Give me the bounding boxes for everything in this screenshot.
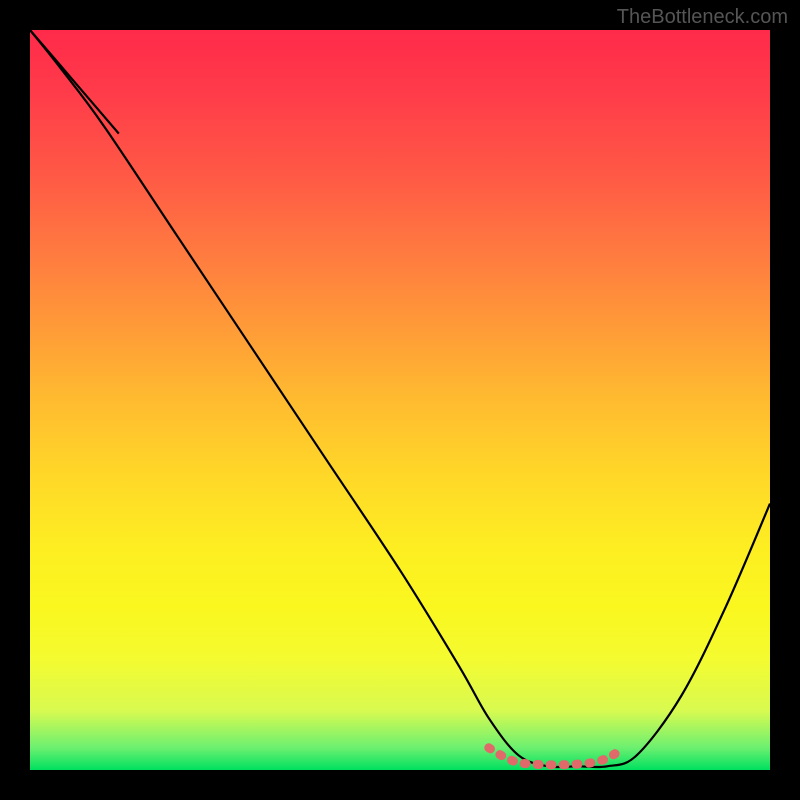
attribution-text: TheBottleneck.com: [617, 6, 788, 29]
curve-svg: [30, 30, 770, 770]
main-curve: [30, 30, 770, 767]
alt-curve: [30, 30, 119, 134]
trough-highlight: [489, 748, 622, 765]
plot-area: [30, 30, 770, 770]
